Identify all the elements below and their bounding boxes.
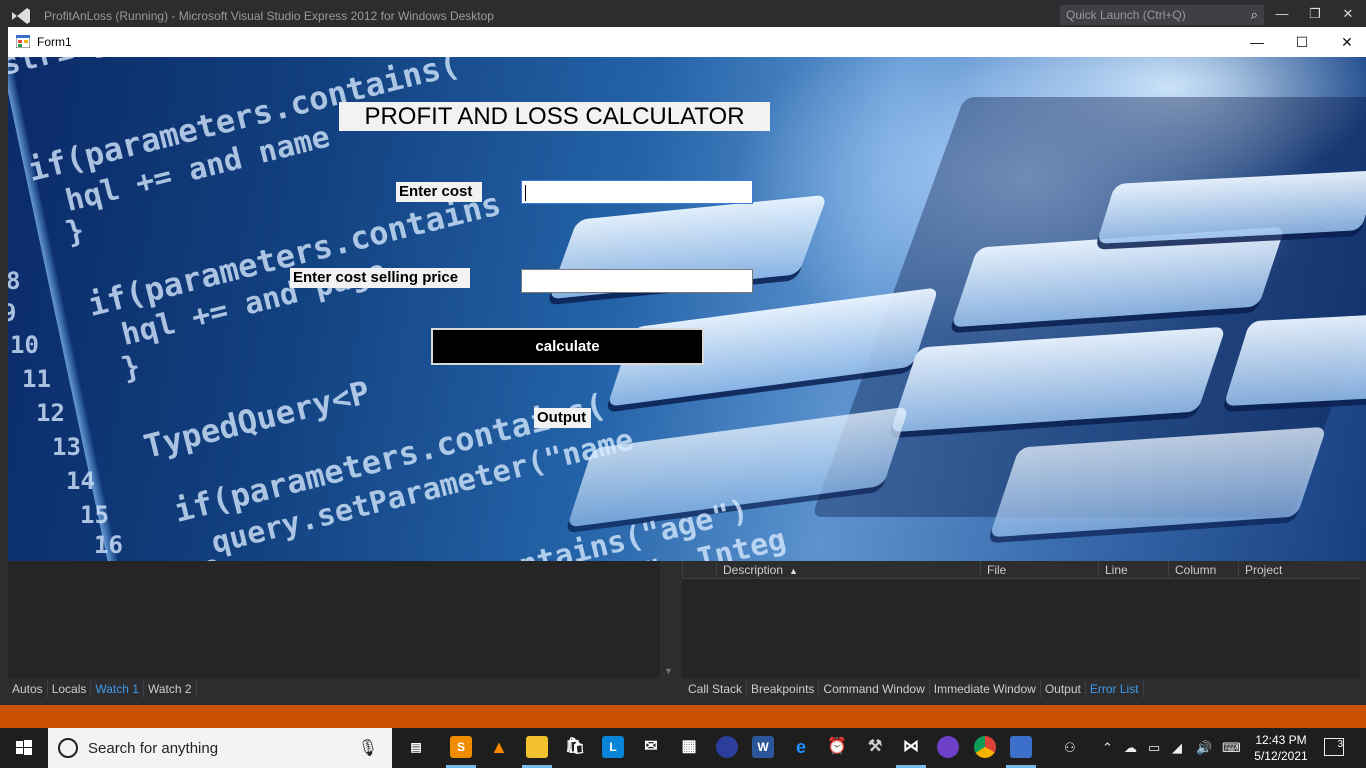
tools-icon[interactable]: ⚒ — [864, 736, 886, 758]
windows-taskbar: Search for anything 🎙 ▤ S ▲ 🛍 L ✉ ▦ W e … — [0, 728, 1366, 768]
form1-title: Form1 — [37, 35, 72, 49]
tab-autos[interactable]: Autos — [8, 680, 48, 698]
error-icon-column[interactable] — [682, 561, 716, 579]
form-close-icon[interactable]: ✕ — [1331, 31, 1363, 53]
cost-input[interactable] — [521, 180, 753, 204]
column-header-column[interactable]: Column — [1168, 561, 1238, 579]
bg-line-number: 13 — [52, 433, 81, 461]
alarm-clock-icon[interactable]: ⏰ — [826, 736, 848, 758]
file-explorer-icon[interactable] — [526, 736, 548, 758]
vs-status-bar — [0, 705, 1366, 728]
tab-output[interactable]: Output — [1041, 680, 1086, 698]
tab-error-list[interactable]: Error List — [1086, 680, 1144, 698]
form-app-icon — [16, 35, 30, 48]
visual-studio-icon[interactable]: ⋈ — [900, 736, 922, 758]
chevron-up-icon[interactable]: ⌃ — [1102, 740, 1113, 756]
l-app-icon[interactable]: L — [602, 736, 624, 758]
vlc-icon[interactable]: ▲ — [488, 736, 510, 758]
output-label: Output — [534, 408, 591, 428]
bg-code-line: string — [8, 57, 112, 83]
form1-app-icon[interactable] — [1010, 736, 1032, 758]
sublime-text-icon[interactable]: S — [450, 736, 472, 758]
volume-icon[interactable]: 🔊 — [1196, 740, 1212, 756]
quick-launch-input[interactable]: Quick Launch (Ctrl+Q) ⌕ — [1060, 5, 1264, 25]
selling-price-label: Enter cost selling price — [290, 268, 470, 288]
text-caret — [525, 185, 526, 201]
vs-close-icon[interactable]: ✕ — [1338, 6, 1358, 24]
bg-line-number: 9 — [8, 299, 17, 327]
vs-window-title: ProfitAnLoss (Running) - Microsoft Visua… — [44, 9, 494, 23]
bg-line-number: 8 — [8, 267, 21, 295]
sort-ascending-icon: ▲ — [789, 566, 798, 576]
microphone-icon[interactable]: 🎙 — [358, 738, 378, 758]
column-header-file[interactable]: File — [980, 561, 1098, 579]
form1-client-area: string if(parameters.contains( hql += an… — [8, 57, 1366, 561]
notification-count: 3 — [1337, 739, 1343, 750]
wifi-icon[interactable]: ◢ — [1172, 740, 1182, 756]
tab-immediate-window[interactable]: Immediate Window — [930, 680, 1041, 698]
column-header-line[interactable]: Line — [1098, 561, 1168, 579]
clock-time: 12:43 PM — [1255, 733, 1307, 747]
tab-call-stack[interactable]: Call Stack — [684, 680, 748, 698]
word-icon[interactable]: W — [752, 736, 774, 758]
bg-code-line: } — [118, 348, 144, 387]
bg-line-number: 16 — [94, 531, 123, 559]
scroll-down-icon[interactable]: ▼ — [664, 666, 673, 676]
tab-command-window[interactable]: Command Window — [819, 680, 930, 698]
taskbar-clock[interactable]: 12:43 PM 5/12/2021 — [1250, 732, 1312, 764]
search-icon: ⌕ — [1250, 7, 1258, 22]
watch-pane — [8, 561, 660, 678]
github-icon[interactable] — [937, 736, 959, 758]
eclipse-icon[interactable] — [716, 736, 738, 758]
tab-locals[interactable]: Locals — [48, 680, 92, 698]
scrollbar[interactable]: ▼ — [660, 561, 678, 678]
bg-line-number: 10 — [10, 331, 39, 359]
clock-date: 5/12/2021 — [1254, 749, 1308, 763]
column-header-label: Description — [723, 563, 784, 577]
chrome-icon[interactable] — [974, 736, 996, 758]
tab-watch-2[interactable]: Watch 2 — [144, 680, 197, 698]
calculator-icon[interactable]: ▦ — [678, 736, 700, 758]
error-list-pane: Description ▲ File Line Column Project — [682, 561, 1360, 678]
tab-breakpoints[interactable]: Breakpoints — [747, 680, 820, 698]
windows-start-icon[interactable] — [0, 728, 48, 768]
debug-tabs-right: Call Stack Breakpoints Command Window Im… — [684, 680, 1144, 698]
error-list-header: Description ▲ File Line Column Project — [682, 561, 1360, 579]
cortana-icon — [58, 738, 78, 758]
battery-icon[interactable]: ▭ — [1148, 740, 1160, 756]
bg-line-number: 12 — [36, 399, 65, 427]
store-icon[interactable]: 🛍 — [564, 736, 586, 758]
bg-line-number: 15 — [80, 501, 109, 529]
bg-line-number: 14 — [66, 467, 95, 495]
debug-tabs-left: Autos Locals Watch 1 Watch 2 — [8, 680, 197, 698]
calculate-button[interactable]: calculate — [431, 328, 704, 365]
page-title: PROFIT AND LOSS CALCULATOR — [339, 102, 770, 131]
form1-titlebar: Form1 — ☐ ✕ — [8, 27, 1366, 57]
quick-launch-placeholder: Quick Launch (Ctrl+Q) — [1066, 8, 1186, 22]
selling-price-input[interactable] — [521, 269, 753, 293]
bg-code-line: } — [62, 212, 88, 251]
taskbar-search-input[interactable]: Search for anything 🎙 — [48, 728, 392, 768]
form1-window: Form1 — ☐ ✕ string if(parameters.contain… — [8, 27, 1366, 561]
form-minimize-icon[interactable]: — — [1241, 31, 1273, 53]
vs-minimize-icon[interactable]: — — [1272, 6, 1292, 24]
vs-restore-icon[interactable]: ❐ — [1305, 6, 1325, 24]
people-icon[interactable]: ⚇ — [1064, 740, 1076, 756]
onedrive-icon[interactable]: ☁ — [1124, 740, 1137, 756]
column-header-description[interactable]: Description ▲ — [716, 561, 980, 579]
mail-icon[interactable]: ✉ — [640, 736, 662, 758]
visual-studio-logo-icon — [12, 8, 30, 24]
cost-label: Enter cost — [396, 182, 482, 202]
column-header-project[interactable]: Project — [1238, 561, 1358, 579]
bg-line-number: 11 — [22, 365, 51, 393]
notification-center-icon[interactable]: 3 — [1324, 738, 1344, 756]
keyboard-icon[interactable]: ⌨ — [1222, 740, 1241, 756]
tab-watch-1[interactable]: Watch 1 — [91, 680, 144, 698]
task-view-icon[interactable]: ▤ — [405, 736, 427, 758]
edge-icon[interactable]: e — [790, 736, 812, 758]
vs-title-bar: ProfitAnLoss (Running) - Microsoft Visua… — [0, 0, 1366, 30]
form-maximize-icon[interactable]: ☐ — [1286, 31, 1318, 53]
search-placeholder: Search for anything — [88, 740, 219, 757]
